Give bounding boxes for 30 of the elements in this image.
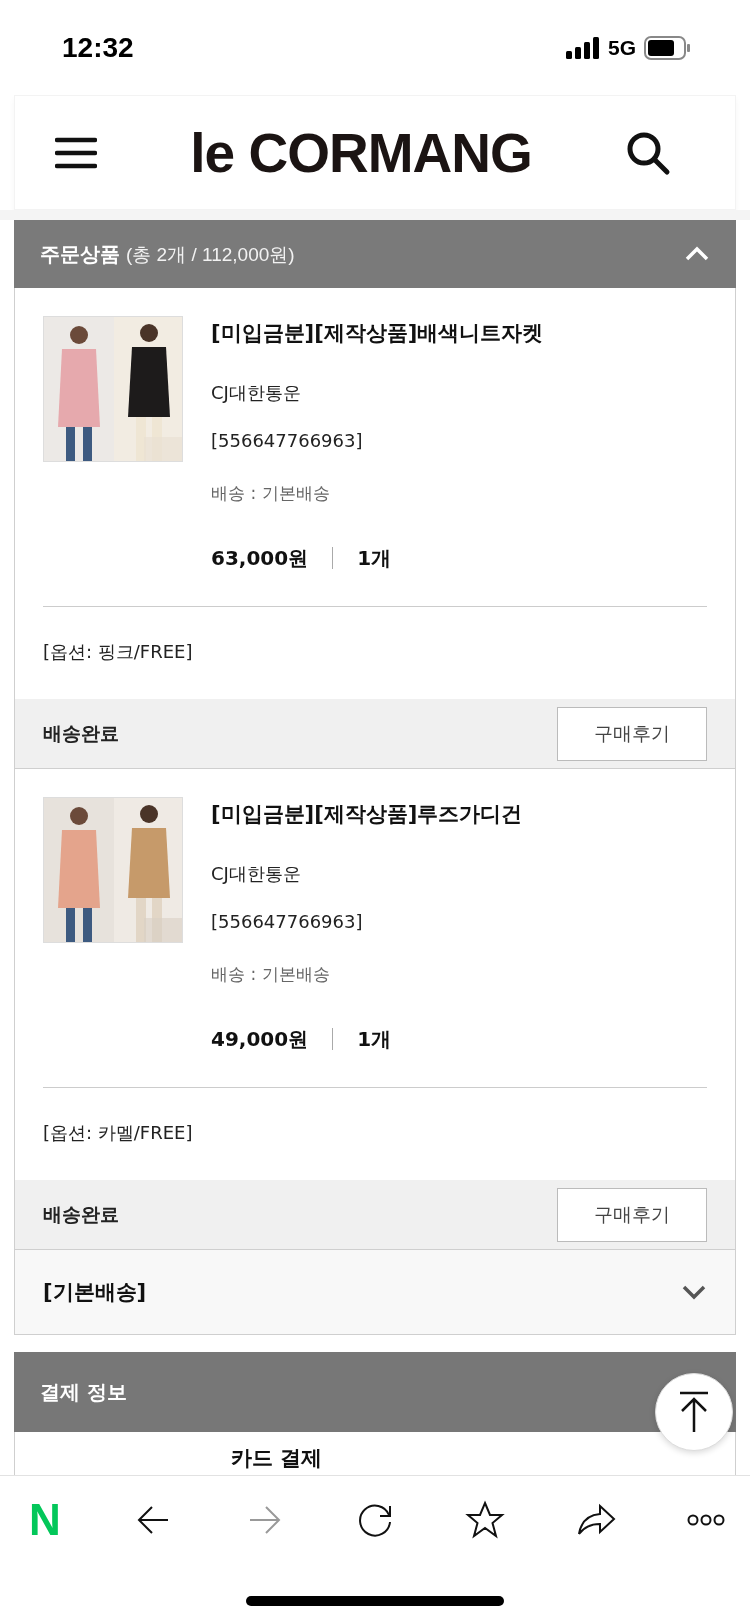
product-price: 63,000원 — [211, 545, 309, 572]
delivery-status: 배송완료 — [43, 720, 119, 746]
carrier-name: CJ대한통운 — [211, 381, 302, 405]
product-name[interactable]: [미입금분][제작상품]루즈가디건 — [211, 797, 523, 831]
battery-icon — [644, 35, 690, 60]
signal-icon — [566, 36, 600, 59]
product-price: 49,000원 — [211, 1026, 309, 1053]
review-button[interactable]: 구매후기 — [557, 1187, 707, 1242]
product-option: [옵션: 핑크/FREE] — [15, 607, 735, 699]
delivery-status: 배송완료 — [43, 1201, 119, 1227]
section-title: 주문상품 — [40, 242, 120, 265]
product-name[interactable]: [미입금분][제작상품]배색니트자켓 — [211, 316, 544, 350]
review-button[interactable]: 구매후기 — [557, 706, 707, 761]
product-option: [옵션: 카멜/FREE] — [15, 1088, 735, 1180]
product-quantity: 1개 — [357, 1026, 392, 1053]
tracking-number[interactable]: [556647766963] — [211, 424, 544, 458]
menu-button[interactable] — [55, 136, 97, 169]
shipping-method: 배송 : 기본배송 — [211, 963, 331, 986]
section-title: 결제 정보 — [40, 1378, 127, 1406]
payment-method: 카드 결제 — [231, 1446, 323, 1470]
carrier-name: CJ대한통운 — [211, 862, 302, 886]
status-time: 12:32 — [62, 31, 134, 64]
menu-icon — [55, 136, 97, 169]
order-summary: (총 2개 / 112,000원) — [126, 243, 295, 265]
shipping-group-row[interactable]: [기본배송] — [15, 1250, 735, 1334]
tracking-number[interactable]: [556647766963] — [211, 905, 523, 939]
network-label: 5G — [608, 35, 636, 60]
order-section-header[interactable]: 주문상품 (총 2개 / 112,000원) — [14, 220, 736, 288]
product-quantity: 1개 — [357, 545, 392, 572]
shipping-method: 배송 : 기본배송 — [211, 482, 331, 505]
